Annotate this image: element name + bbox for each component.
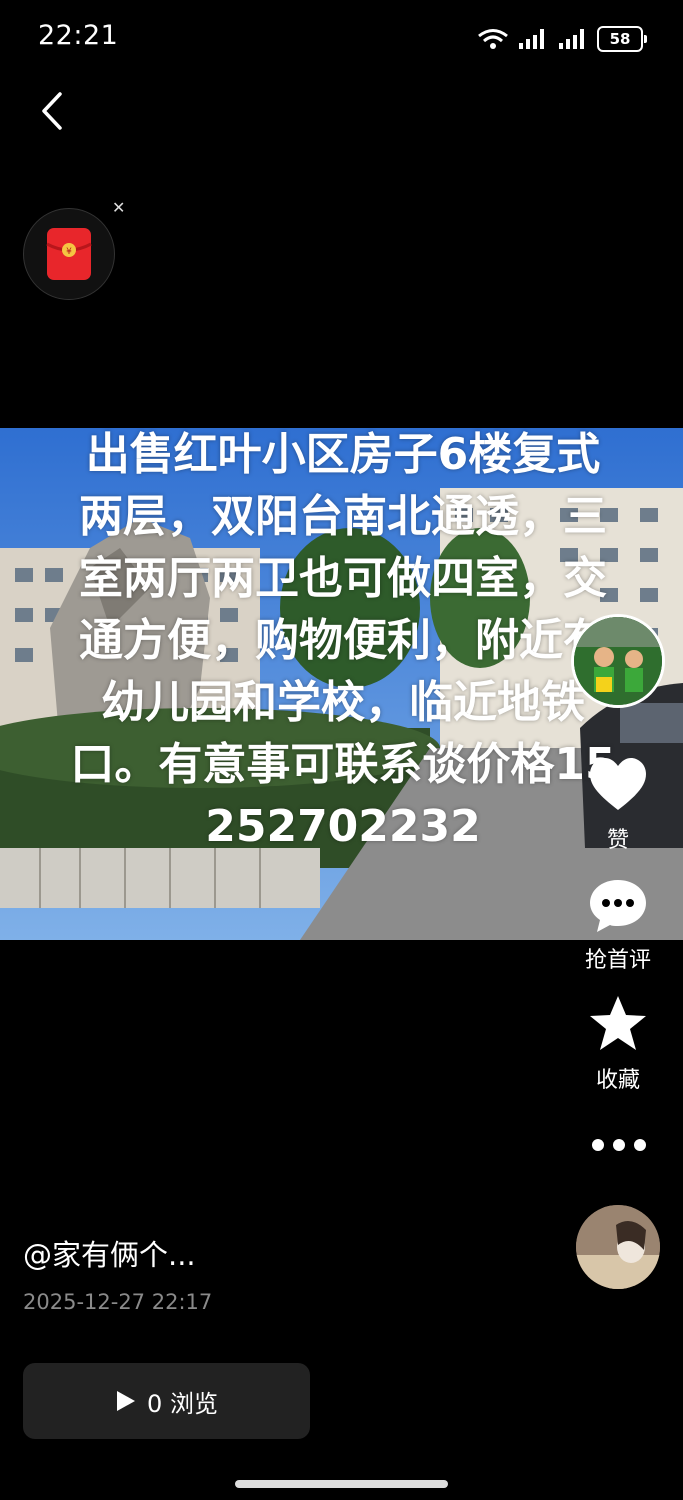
views-button[interactable]: 0 浏览 bbox=[23, 1363, 310, 1439]
battery-icon: 58 bbox=[597, 26, 647, 52]
music-disc[interactable] bbox=[576, 1205, 660, 1289]
play-icon bbox=[117, 1391, 136, 1411]
author-avatar[interactable] bbox=[571, 614, 665, 708]
star-icon bbox=[590, 996, 646, 1050]
signal-icon-2 bbox=[559, 29, 584, 49]
red-envelope-icon: ¥ bbox=[46, 228, 92, 280]
author-name[interactable]: @家有俩个... bbox=[23, 1232, 196, 1274]
favorite-label: 收藏 bbox=[595, 1068, 640, 1093]
home-indicator[interactable] bbox=[235, 1480, 448, 1488]
comment-bubble-icon bbox=[590, 880, 646, 932]
more-dot-icon bbox=[634, 1139, 646, 1151]
more-dot-icon bbox=[592, 1139, 604, 1151]
avatar-image bbox=[574, 617, 662, 705]
post-caption: 出售红叶小区房子6楼复式两层，双阳台南北通透，三室两厅两卫也可做四室，交通方便，… bbox=[70, 429, 616, 852]
more-dot-icon bbox=[613, 1139, 625, 1151]
disc-image bbox=[576, 1205, 660, 1289]
post-date: 2025-12-27 22:17 bbox=[23, 1290, 213, 1314]
wifi-icon bbox=[478, 29, 508, 49]
views-label: 0 浏览 bbox=[147, 1389, 218, 1418]
like-label: 赞 bbox=[606, 828, 629, 853]
comment-label: 抢首评 bbox=[584, 948, 651, 973]
heart-icon bbox=[590, 758, 646, 810]
battery-level: 58 bbox=[609, 30, 631, 48]
close-icon[interactable]: ✕ bbox=[112, 198, 125, 217]
red-packet-button[interactable]: ¥ bbox=[23, 208, 115, 300]
back-button[interactable] bbox=[32, 86, 76, 136]
status-icons: 58 bbox=[477, 24, 647, 54]
chevron-left-icon bbox=[42, 92, 62, 130]
signal-icon bbox=[519, 29, 544, 49]
more-button[interactable] bbox=[592, 1130, 646, 1160]
favorite-button[interactable] bbox=[588, 994, 648, 1054]
svg-text:¥: ¥ bbox=[66, 247, 72, 257]
status-time: 22:21 bbox=[38, 20, 119, 51]
comment-button[interactable] bbox=[588, 876, 648, 936]
like-button[interactable] bbox=[588, 756, 648, 816]
